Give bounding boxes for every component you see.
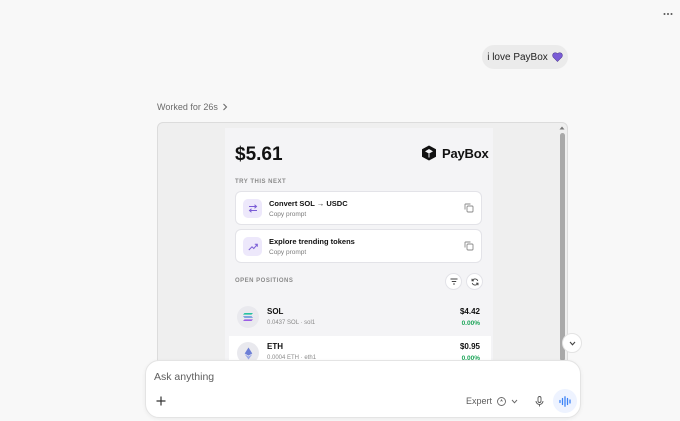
filter-icon	[450, 278, 457, 285]
voice-mode-button[interactable]	[553, 389, 577, 413]
chat-input[interactable]	[154, 369, 554, 385]
waveform-icon	[558, 395, 571, 407]
microphone-button[interactable]	[531, 393, 547, 409]
solana-icon	[237, 306, 259, 328]
refresh-button[interactable]	[466, 273, 483, 290]
scrollbar-thumb[interactable]	[560, 133, 565, 361]
prompt-card-convert[interactable]: Convert SOL → USDC Copy prompt	[235, 191, 482, 225]
more-horizontal-icon	[663, 13, 673, 15]
prompt-title: Convert SOL → USDC	[269, 199, 348, 208]
add-attachment-button[interactable]	[153, 393, 169, 409]
copy-icon[interactable]	[464, 203, 474, 213]
refresh-icon	[471, 278, 478, 285]
token-value: $4.42	[459, 307, 480, 316]
user-message-text: i love PayBox	[487, 51, 548, 63]
balance-amount: $5.61	[235, 144, 283, 165]
prompt-card-trending[interactable]: Explore trending tokens Copy prompt	[235, 229, 482, 263]
try-next-heading: TRY THIS NEXT	[235, 179, 287, 185]
brand-name: PayBox	[442, 145, 489, 161]
paybox-logo-icon	[422, 145, 436, 161]
token-symbol: ETH	[267, 342, 283, 351]
paybox-logo: PayBox	[421, 144, 489, 162]
prompt-subtitle: Copy prompt	[269, 249, 307, 256]
more-options-button[interactable]	[660, 6, 676, 22]
chevron-down-icon	[569, 341, 575, 346]
chevron-right-icon	[222, 103, 228, 111]
swap-arrows-icon	[248, 204, 257, 213]
worked-for-label: Worked for 26s	[157, 102, 218, 112]
token-detail: 0.0437 SOL · sol1	[267, 320, 316, 326]
trending-up-icon	[247, 243, 258, 250]
plus-icon	[156, 396, 166, 406]
filter-button[interactable]	[445, 273, 462, 290]
chevron-down-icon	[511, 399, 518, 404]
token-symbol: SOL	[267, 307, 284, 316]
mode-label: Expert	[466, 396, 493, 406]
prompt-title: Explore trending tokens	[269, 237, 355, 246]
purple-heart-icon	[552, 52, 563, 62]
token-change: 0.00%	[461, 320, 480, 327]
open-positions-heading: OPEN POSITIONS	[235, 278, 294, 284]
microphone-icon	[535, 395, 543, 406]
position-row-sol[interactable]: SOL 0.0437 SOL · sol1 $4.42 0.00%	[229, 301, 491, 335]
scroll-up-arrow[interactable]	[558, 124, 566, 132]
rocket-icon	[497, 396, 506, 406]
prompt-icon-wrap	[243, 199, 262, 218]
model-mode-select[interactable]: Expert	[466, 393, 518, 409]
copy-icon[interactable]	[464, 241, 474, 251]
prompt-icon-wrap	[243, 237, 262, 256]
user-message-bubble: i love PayBox	[482, 45, 568, 69]
token-value: $0.95	[459, 342, 480, 351]
caret-up-icon	[559, 126, 565, 130]
scroll-to-bottom-button[interactable]	[562, 333, 582, 353]
worked-for-toggle[interactable]: Worked for 26s	[157, 101, 228, 113]
prompt-subtitle: Copy prompt	[269, 211, 307, 218]
